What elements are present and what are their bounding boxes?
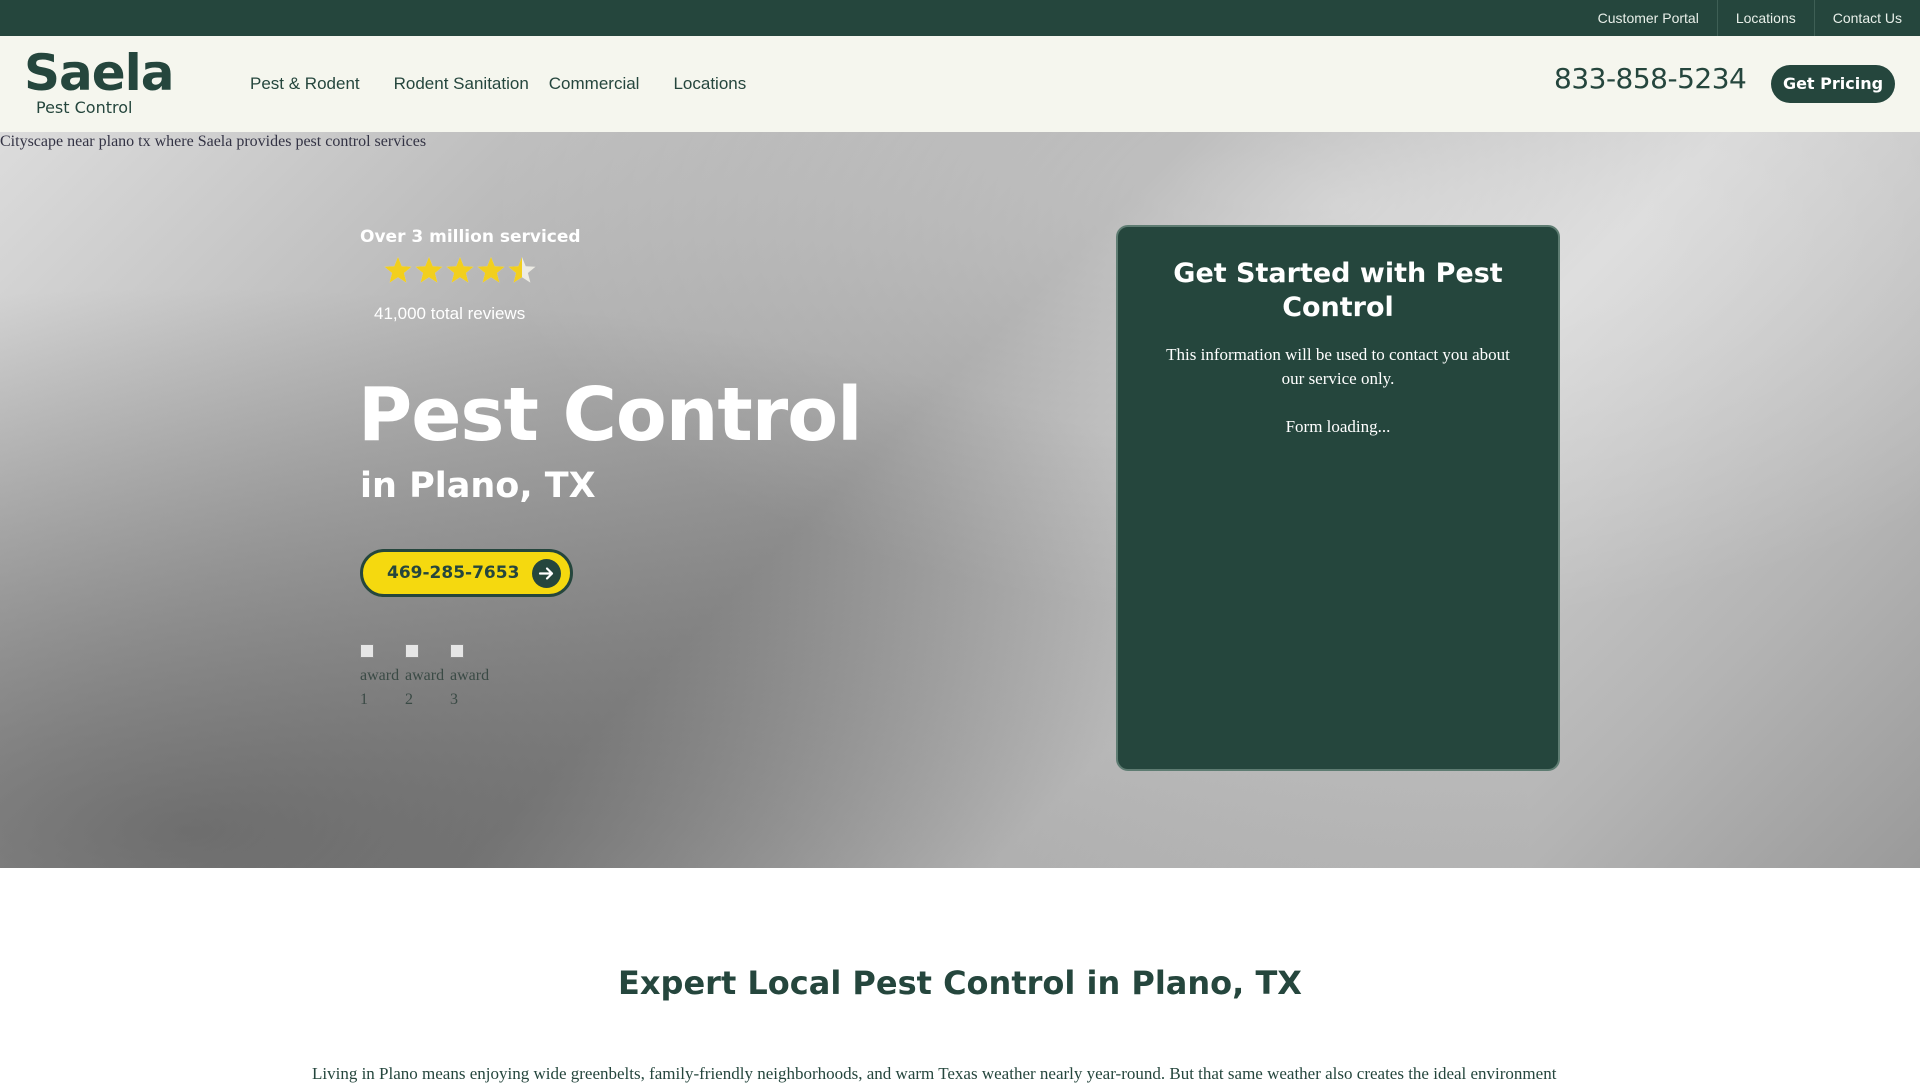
award-image-2: award 2 [405,640,450,712]
hero-title: Pest Control [358,372,863,458]
star-rating [383,254,538,290]
form-privacy-note: This information will be used to contact… [1166,345,1510,388]
star-icon [414,254,444,286]
broken-image-icon [360,644,374,658]
lead-form-card: Get Started with Pest Control This infor… [1116,225,1560,771]
nav-rodent-sanitation[interactable]: Rodent Sanitation [394,74,529,94]
review-count: 41,000 total reviews [374,304,526,323]
contact-us-link[interactable]: Contact Us [1813,0,1920,36]
call-number: 469-285-7653 [387,563,520,583]
hero-background-image [0,132,1920,868]
locations-link[interactable]: Locations [1716,0,1814,36]
star-icon [476,254,506,286]
star-icon [445,254,475,286]
award-alt-text: award 1 [360,667,400,708]
nav-locations[interactable]: Locations [673,74,746,94]
form-loading-text: Form loading... [1285,417,1391,436]
award-alt-text: award 3 [450,667,490,708]
hero-section: Cityscape near plano tx where Saela prov… [0,132,1920,868]
arrow-right-circle-icon [532,559,561,588]
nav-pest-rodent[interactable]: Pest & Rodent [250,74,360,94]
section-heading: Expert Local Pest Control in Plano, TX [618,964,1302,1002]
award-image-3: award 3 [450,640,495,712]
awards-row: award 1 award 2 award 3 [360,640,495,712]
award-alt-text: award 2 [405,667,445,708]
utility-bar: Customer Portal Locations Contact Us [0,0,1920,36]
hero-image-alt-text: Cityscape near plano tx where Saela prov… [0,133,427,150]
logo-wordmark: Saela [24,44,175,102]
broken-image-icon [450,644,464,658]
get-pricing-button[interactable]: Get Pricing [1771,65,1895,103]
header-phone-link[interactable]: 833-858-5234 [1554,62,1747,95]
serviced-count: Over 3 million serviced [360,227,581,247]
site-header: Saela Pest Control Pest & Rodent Rodent … [0,36,1920,132]
form-title: Get Started with Pest Control [1173,258,1503,323]
star-icon [383,254,413,286]
award-image-1: award 1 [360,640,405,712]
customer-portal-link[interactable]: Customer Portal [1580,0,1717,36]
main-nav: Pest & Rodent Rodent Sanitation Commerci… [240,36,756,132]
saela-logo[interactable]: Saela Pest Control [24,44,175,120]
section-paragraph: Living in Plano means enjoying wide gree… [312,1064,1557,1083]
logo-subtitle: Pest Control [36,98,133,117]
utility-links: Customer Portal Locations Contact Us [1580,0,1920,36]
call-now-button[interactable]: 469-285-7653 [360,549,573,597]
hero-subtitle: in Plano, TX [360,466,596,506]
star-icon [507,254,537,286]
broken-image-icon [405,644,419,658]
nav-commercial[interactable]: Commercial [549,74,640,94]
